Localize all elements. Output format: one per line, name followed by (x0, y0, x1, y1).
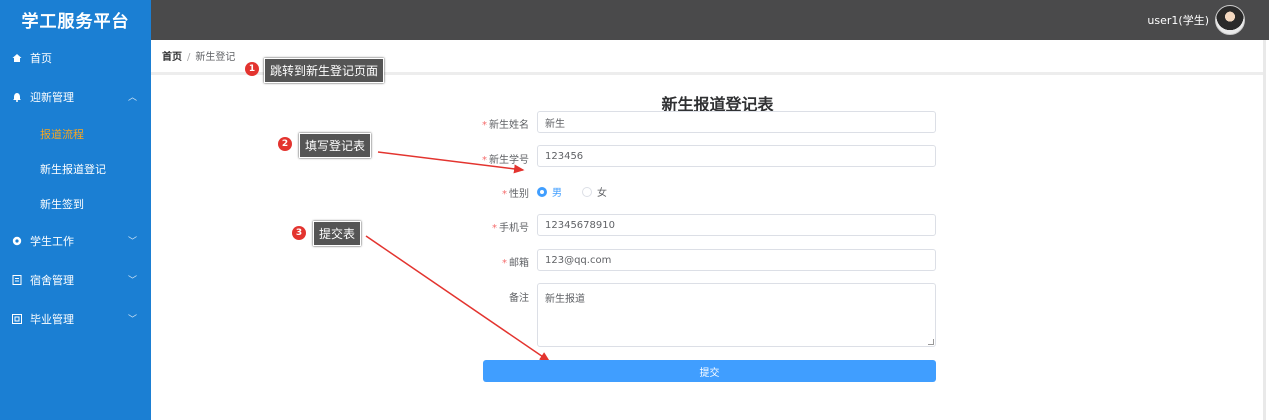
home-icon (10, 53, 24, 63)
chevron-down-icon: ﹀ (127, 315, 137, 325)
student-id-label: * 新生学号 (482, 155, 529, 166)
sidebar-item-label: 毕业管理 (30, 312, 74, 326)
breadcrumb: 首页 / 新生登记 (162, 48, 235, 63)
sidebar-subitem-checkin[interactable]: 新生签到 (0, 186, 151, 221)
annotation-badge-2: 2 (278, 137, 292, 151)
email-field[interactable]: 123@qq.com (537, 249, 936, 271)
bell-icon (10, 92, 24, 102)
radio-checked-icon (537, 186, 547, 197)
grid-icon (10, 313, 24, 324)
sidebar-item-student-work[interactable]: 学生工作 ﹀ (0, 221, 151, 260)
sidebar-item-graduation[interactable]: 毕业管理 ﹀ (0, 299, 151, 338)
sidebar-subitem-process[interactable]: 报道流程 (0, 116, 151, 151)
breadcrumb-current: 新生登记 (195, 52, 236, 63)
name-field[interactable]: 新生 (537, 111, 936, 133)
resize-handle-icon[interactable] (928, 339, 934, 345)
sidebar-subitem-register[interactable]: 新生报道登记 (0, 151, 151, 186)
scrollbar-track[interactable] (1263, 40, 1266, 420)
gear-icon (10, 236, 24, 246)
breadcrumb-home[interactable]: 首页 (162, 52, 182, 63)
annotation-label-1: 跳转到新生登记页面 (264, 58, 385, 83)
gender-female-radio[interactable]: 女 (582, 184, 607, 199)
user-menu[interactable]: user1(学生) (1147, 0, 1245, 40)
sidebar-item-welcome[interactable]: 迎新管理 ︿ (0, 77, 151, 116)
breadcrumb-separator: / (187, 52, 191, 63)
avatar[interactable] (1215, 5, 1245, 35)
annotation-badge-3: 3 (292, 226, 306, 240)
remark-label: 备注 (509, 293, 529, 304)
student-id-field[interactable]: 123456 (537, 145, 936, 167)
chevron-up-icon: ︿ (127, 93, 137, 103)
annotation-badge-1: 1 (245, 62, 259, 76)
sidebar-item-label: 学生工作 (30, 234, 74, 248)
remark-textarea[interactable]: 新生报道 (537, 283, 936, 347)
sidebar-item-label: 迎新管理 (30, 90, 74, 104)
sidebar-item-home[interactable]: 首页 (0, 38, 151, 77)
sidebar-item-label: 首页 (30, 51, 52, 65)
phone-field[interactable]: 12345678910 (537, 214, 936, 236)
user-name: user1(学生) (1147, 14, 1209, 27)
sidebar-item-dorm[interactable]: 宿舍管理 ﹀ (0, 260, 151, 299)
chevron-down-icon: ﹀ (127, 237, 137, 247)
submit-button[interactable]: 提交 (483, 360, 936, 382)
annotation-label-2: 填写登记表 (299, 133, 372, 158)
phone-label: * 手机号 (492, 223, 529, 234)
radio-unchecked-icon (582, 186, 592, 197)
top-header: user1(学生) (151, 0, 1269, 40)
annotation-arrows (365, 151, 551, 362)
sidebar-item-label: 宿舍管理 (30, 273, 74, 287)
document-icon (10, 274, 24, 285)
gender-label: * 性别 (502, 189, 529, 200)
email-label: * 邮箱 (502, 258, 529, 269)
brand-title: 学工服务平台 (21, 11, 130, 32)
chevron-down-icon: ﹀ (127, 276, 137, 286)
annotation-label-3: 提交表 (313, 221, 362, 246)
gender-male-radio[interactable]: 男 (537, 184, 562, 199)
sidebar: 学工服务平台 首页 迎新管理 ︿ 报道流程 新生报道登记 新生签到 学生工作 ﹀… (0, 0, 151, 420)
name-label: * 新生姓名 (482, 120, 529, 131)
